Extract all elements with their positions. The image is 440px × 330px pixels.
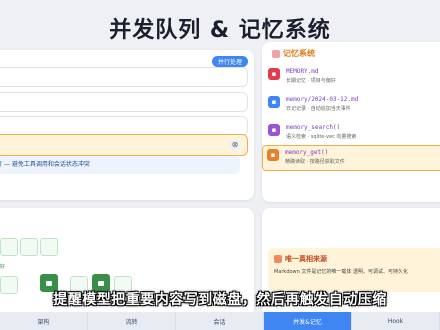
source-title: 唯一真相来源: [274, 254, 327, 264]
tab-hook[interactable]: Hook: [352, 312, 440, 330]
video-subtitle: 提醒模型把重要内容写到磁盘，然后再触发自动压缩: [53, 292, 387, 308]
lane-node: [20, 238, 38, 256]
source-of-truth-box: 唯一真相来源 Markdown 文件是记忆的唯一载体 透明、可调试、可持久化: [268, 248, 440, 292]
memory-item-name: memory_get(): [285, 149, 329, 156]
page-title: 并发队列 & 记忆系统: [109, 18, 331, 43]
memory-item-memory-md[interactable]: ▪ MEMORY.md 长期记忆 · 项目与偏好: [268, 64, 440, 92]
lane-label: 好: [0, 264, 6, 270]
tab-flow[interactable]: 流转: [88, 312, 176, 330]
memory-panel: 记忆系统 ▪ MEMORY.md 长期记忆 · 项目与偏好 ▪ memory/2…: [262, 42, 440, 202]
tab-architecture[interactable]: 架构: [0, 312, 88, 330]
row-action-icon[interactable]: ⊗: [229, 139, 241, 151]
tab-concurrency-memory[interactable]: 并发&记忆: [264, 312, 352, 330]
brain-icon: [272, 49, 280, 58]
memory-item-desc: 日记记录 · 自动追加当天事件: [286, 106, 351, 112]
lane-node: [40, 238, 58, 256]
file-icon: ▪: [268, 68, 280, 80]
memory-item-desc: 精确读取 · 按路径获取文件: [285, 159, 345, 165]
highlighted-queue-row[interactable]: ⊗: [0, 134, 248, 156]
memory-item-name: memory_search(): [286, 124, 341, 131]
source-desc: Markdown 文件是记忆的唯一载体 透明、可调试、可持久化: [274, 269, 409, 275]
memory-item-desc: 长期记忆 · 项目与偏好: [286, 78, 336, 84]
queue-row: [0, 67, 248, 87]
window-icon: [46, 280, 52, 286]
queue-panel: 并行处理 ⊗ 行 — 避免工具调用和会话状态冲突: [0, 50, 254, 200]
bottom-nav: 架构 流转 会话 并发&记忆 Hook: [0, 312, 440, 330]
memory-item-search[interactable]: ▪ memory_search() 语义检索 · sqlite-vec 向量搜索: [268, 120, 440, 148]
document-icon: ▪: [267, 149, 279, 161]
memory-item-name: memory/2024-03-12.md: [286, 96, 359, 103]
window-icon: [98, 280, 104, 286]
memory-item-name: MEMORY.md: [286, 68, 319, 75]
memory-item-get[interactable]: ▪ memory_get() 精确读取 · 按路径获取文件: [262, 145, 440, 171]
lane-node: [0, 238, 18, 256]
queue-note: 行 — 避免工具调用和会话状态冲突: [0, 156, 240, 174]
tab-session[interactable]: 会话: [176, 312, 264, 330]
memory-panel-title-text: 记忆系统: [283, 49, 315, 58]
memory-panel-title: 记忆系统: [272, 48, 315, 59]
queue-row: [0, 92, 248, 112]
queue-row: [0, 116, 248, 136]
parallel-badge: 并行处理: [211, 56, 248, 67]
search-icon: ▪: [268, 124, 280, 136]
memory-item-daily[interactable]: ▪ memory/2024-03-12.md 日记记录 · 自动追加当天事件: [268, 92, 440, 120]
memory-item-desc: 语义检索 · sqlite-vec 向量搜索: [286, 134, 357, 140]
source-title-text: 唯一真相来源: [285, 255, 327, 263]
target-icon: [274, 255, 282, 263]
calendar-icon: ▪: [268, 96, 280, 108]
